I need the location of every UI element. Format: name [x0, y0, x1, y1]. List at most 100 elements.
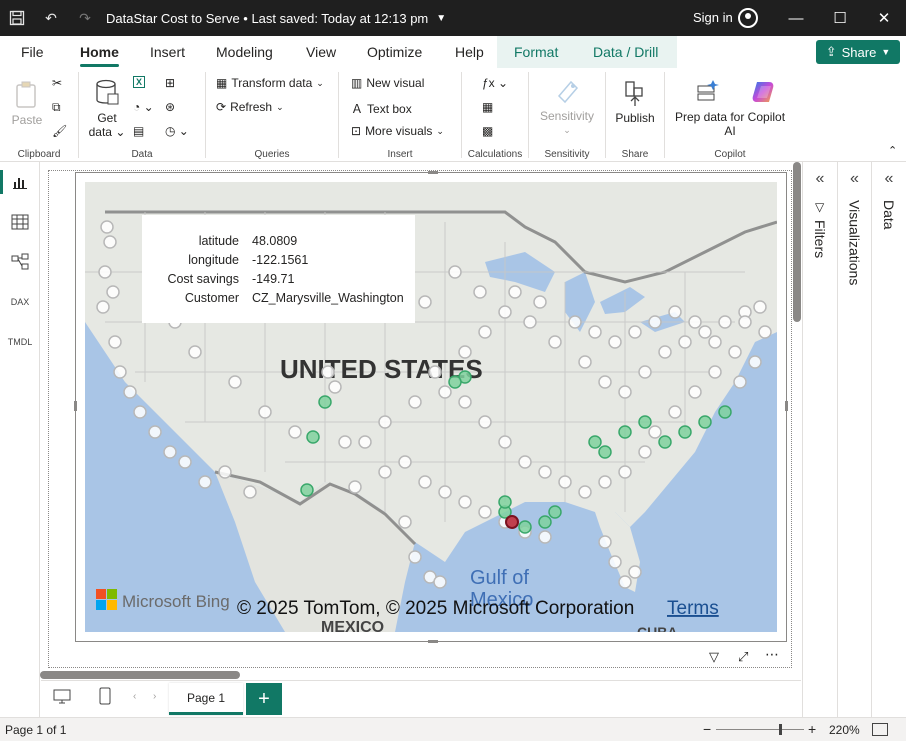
map-bubble[interactable] — [598, 445, 612, 459]
horizontal-scrollbar[interactable] — [40, 671, 240, 679]
share-button[interactable]: ⇪ Share ▼ — [816, 40, 900, 64]
map-bubble[interactable] — [753, 300, 767, 314]
map-bubble[interactable] — [578, 485, 592, 499]
map-bubble[interactable] — [658, 435, 672, 449]
map-bubble[interactable] — [538, 530, 552, 544]
map-bubble[interactable] — [498, 305, 512, 319]
dax-query-view-icon[interactable]: DAX — [10, 292, 30, 312]
more-options-icon[interactable]: ⋯ — [765, 646, 779, 663]
map-bubble[interactable] — [418, 295, 432, 309]
map-bubble[interactable] — [598, 475, 612, 489]
map-bubble[interactable] — [678, 425, 692, 439]
table-view-icon[interactable] — [10, 212, 30, 232]
onelake-icon[interactable]: ◔ ⌄ — [133, 100, 154, 114]
map-bubble[interactable] — [568, 315, 582, 329]
recent-sources-icon[interactable]: ◷ ⌄ — [165, 124, 189, 138]
map-bubble[interactable] — [108, 335, 122, 349]
tab-modeling[interactable]: Modeling — [216, 44, 273, 60]
map-bubble[interactable] — [533, 295, 547, 309]
save-icon[interactable] — [0, 0, 34, 36]
mobile-layout-icon[interactable] — [99, 687, 111, 708]
map-bubble[interactable] — [458, 495, 472, 509]
enter-data-icon[interactable]: ⊞ — [165, 76, 175, 90]
sensitivity-button[interactable]: Sensitivity ⌄ — [537, 76, 597, 137]
map-bubble[interactable] — [438, 385, 452, 399]
map-bubble[interactable] — [738, 315, 752, 329]
map-bubble[interactable] — [148, 425, 162, 439]
map-bubble[interactable] — [688, 385, 702, 399]
map-bubble[interactable] — [288, 425, 302, 439]
map-bubble[interactable] — [638, 445, 652, 459]
map-bubble[interactable] — [618, 385, 632, 399]
map-bubble[interactable] — [498, 435, 512, 449]
map-bubble[interactable] — [398, 455, 412, 469]
user-avatar-icon[interactable] — [738, 8, 758, 28]
prep-data-copilot-button[interactable] — [671, 76, 743, 109]
vertical-scrollbar[interactable] — [793, 162, 801, 322]
zoom-in-icon[interactable]: + — [808, 721, 816, 737]
map-bubble[interactable] — [198, 475, 212, 489]
expand-visualizations-icon[interactable]: « — [838, 170, 871, 188]
new-measure-icon[interactable]: ƒx ⌄ — [482, 76, 508, 90]
report-view-icon[interactable] — [10, 172, 30, 192]
prev-page-icon[interactable]: ‹ — [133, 691, 136, 702]
map-bubble[interactable] — [698, 325, 712, 339]
map-bubble[interactable] — [508, 285, 522, 299]
desktop-layout-icon[interactable] — [53, 689, 71, 708]
quick-measure-icon[interactable]: ▩ — [482, 124, 493, 138]
map-bubble[interactable] — [103, 235, 117, 249]
map-bubble[interactable] — [98, 265, 112, 279]
map-bubble[interactable] — [243, 485, 257, 499]
map-bubble[interactable] — [458, 345, 472, 359]
minimize-button[interactable]: — — [774, 0, 818, 36]
map-bubble[interactable] — [448, 375, 462, 389]
more-visuals-button[interactable]: ⊡ More visuals ⌄ — [351, 124, 444, 138]
publish-button[interactable]: Publish — [610, 76, 660, 125]
map-bubble[interactable] — [523, 315, 537, 329]
tab-home[interactable]: Home — [80, 44, 119, 67]
map-bubble[interactable] — [708, 335, 722, 349]
map-bubble[interactable] — [318, 395, 332, 409]
model-view-icon[interactable] — [10, 252, 30, 272]
map-bubble[interactable] — [408, 395, 422, 409]
map-bubble[interactable] — [113, 365, 127, 379]
redo-icon[interactable]: ↷ — [68, 0, 102, 36]
map-bubble[interactable] — [698, 415, 712, 429]
map-bubble[interactable] — [678, 335, 692, 349]
map-bubble[interactable] — [608, 335, 622, 349]
calculator-icon[interactable]: ▦ — [482, 100, 493, 114]
map-bubble[interactable] — [338, 435, 352, 449]
tab-file[interactable]: File — [21, 44, 44, 60]
map-bubble[interactable] — [598, 535, 612, 549]
map-bubble[interactable] — [648, 425, 662, 439]
tmdl-view-icon[interactable]: TMDL — [8, 332, 33, 352]
map-bubble[interactable] — [428, 365, 442, 379]
format-painter-icon[interactable]: 🖌 — [52, 124, 67, 138]
map-bubble[interactable] — [358, 435, 372, 449]
map-bubble[interactable] — [588, 435, 602, 449]
map-bubble[interactable] — [618, 575, 632, 589]
get-data-button[interactable]: Get data ⌄ — [87, 78, 127, 139]
tab-optimize[interactable]: Optimize — [367, 44, 422, 60]
map-bubble[interactable] — [758, 325, 772, 339]
map-bubble[interactable] — [518, 455, 532, 469]
map-bubble[interactable] — [321, 365, 335, 379]
paste-button[interactable]: Paste — [10, 80, 44, 127]
tab-view[interactable]: View — [306, 44, 336, 60]
expand-filters-icon[interactable]: « — [803, 170, 837, 188]
excel-icon[interactable]: X — [133, 76, 146, 88]
focus-mode-icon[interactable]: ⤢ — [738, 649, 748, 665]
map-bubble[interactable] — [618, 425, 632, 439]
map-bubble[interactable] — [548, 335, 562, 349]
map-bubble[interactable] — [518, 520, 532, 534]
map-bubble[interactable] — [598, 375, 612, 389]
visualizations-pane[interactable]: « Visualizations — [837, 162, 871, 717]
map-bubble[interactable] — [718, 405, 732, 419]
map-bubble[interactable] — [300, 483, 314, 497]
map-bubble[interactable] — [733, 375, 747, 389]
close-button[interactable]: ✕ — [862, 0, 906, 36]
tab-data-drill[interactable]: Data / Drill — [593, 44, 658, 60]
map-bubble-highlighted[interactable] — [505, 515, 519, 529]
map-bubble[interactable] — [618, 465, 632, 479]
map-bubble[interactable] — [578, 355, 592, 369]
